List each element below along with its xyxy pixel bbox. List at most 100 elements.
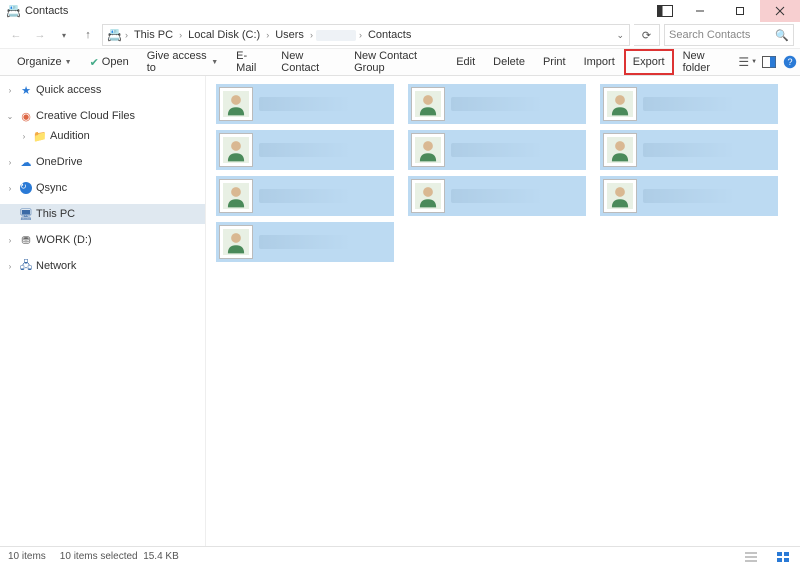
contact-name-redacted: [451, 143, 567, 157]
contacts-grid: [216, 84, 790, 262]
chevron-right-icon: ›: [4, 262, 16, 271]
nav-label: This PC: [36, 208, 75, 220]
nav-qsync[interactable]: › ↻ Qsync: [0, 178, 205, 198]
contact-avatar-icon: [219, 179, 253, 213]
contact-tile[interactable]: [408, 176, 586, 216]
breadcrumb-sep: ›: [309, 30, 314, 40]
help-button[interactable]: ?: [779, 51, 800, 73]
contact-tile[interactable]: [408, 84, 586, 124]
status-bar: 10 items 10 items selected 15.4 KB: [0, 546, 800, 566]
nav-creative-cloud[interactable]: ⌄ ◉ Creative Cloud Files: [0, 106, 205, 126]
star-icon: ★: [18, 82, 34, 98]
edit-button[interactable]: Edit: [447, 49, 484, 75]
new-contact-group-button[interactable]: New Contact Group: [345, 49, 447, 75]
nav-onedrive[interactable]: › ☁ OneDrive: [0, 152, 205, 172]
breadcrumb-sep: ›: [358, 30, 363, 40]
print-button[interactable]: Print: [534, 49, 575, 75]
contact-tile[interactable]: [216, 222, 394, 262]
chevron-right-icon: ›: [18, 132, 30, 141]
breadcrumb-seg-4[interactable]: Contacts: [365, 29, 414, 41]
search-icon: 🔍: [775, 29, 789, 42]
nav-label: Audition: [50, 130, 90, 142]
contact-name-redacted: [451, 97, 567, 111]
contact-tile[interactable]: [600, 84, 778, 124]
contact-name-redacted: [259, 97, 375, 111]
network-icon: 🖧: [18, 258, 34, 274]
nav-quick-access[interactable]: › ★ Quick access: [0, 80, 205, 100]
nav-label: WORK (D:): [36, 234, 92, 246]
minimize-button[interactable]: [680, 0, 720, 22]
view-options-button[interactable]: ☰▼: [737, 51, 758, 73]
chevron-right-icon: ›: [4, 86, 16, 95]
close-button[interactable]: [760, 0, 800, 22]
breadcrumb-seg-2[interactable]: Users: [272, 29, 307, 41]
maximize-button[interactable]: [720, 0, 760, 22]
give-access-button[interactable]: Give access to▼: [138, 49, 227, 75]
app-icon: 📇: [6, 4, 21, 18]
contact-tile[interactable]: [600, 130, 778, 170]
title-bar: 📇 Contacts: [0, 0, 800, 22]
qsync-icon: ↻: [18, 180, 34, 196]
contact-tile[interactable]: [216, 130, 394, 170]
address-bar[interactable]: 📇 › This PC › Local Disk (C:) › Users › …: [102, 24, 630, 46]
breadcrumb-sep: ›: [178, 30, 183, 40]
chevron-down-icon: ⌄: [4, 112, 16, 121]
new-contact-button[interactable]: New Contact: [272, 49, 345, 75]
nav-label: Creative Cloud Files: [36, 110, 135, 122]
forward-button[interactable]: →: [30, 25, 50, 45]
contact-avatar-icon: [411, 87, 445, 121]
contact-avatar-icon: [219, 87, 253, 121]
address-dropdown-icon[interactable]: ⌄: [615, 30, 625, 41]
tiles-view-button[interactable]: [774, 550, 792, 564]
breadcrumb-seg-3[interactable]: [316, 30, 356, 41]
ribbon-toggle-icon[interactable]: [654, 3, 676, 19]
status-selected: 10 items selected 15.4 KB: [60, 551, 179, 562]
nav-label: OneDrive: [36, 156, 82, 168]
address-row: ← → ▾ ↑ 📇 › This PC › Local Disk (C:) › …: [0, 22, 800, 48]
command-toolbar: Organize▼ ✔Open Give access to▼ E-Mail N…: [0, 48, 800, 76]
contact-name-redacted: [259, 143, 375, 157]
nav-work-d[interactable]: › ⛃ WORK (D:): [0, 230, 205, 250]
email-button[interactable]: E-Mail: [227, 49, 272, 75]
contact-name-redacted: [643, 189, 759, 203]
nav-label: Quick access: [36, 84, 101, 96]
details-view-button[interactable]: [742, 550, 760, 564]
search-input[interactable]: Search Contacts 🔍: [664, 24, 794, 46]
contact-name-redacted: [451, 189, 567, 203]
back-button[interactable]: ←: [6, 25, 26, 45]
chevron-right-icon: ›: [4, 236, 16, 245]
breadcrumb-sep: ›: [265, 30, 270, 40]
nav-label: Network: [36, 260, 76, 272]
breadcrumb-seg-0[interactable]: This PC: [131, 29, 176, 41]
up-button[interactable]: ↑: [78, 25, 98, 45]
export-button[interactable]: Export: [624, 49, 674, 75]
creative-cloud-icon: ◉: [18, 108, 34, 124]
new-folder-button[interactable]: New folder: [674, 49, 738, 75]
open-button[interactable]: ✔Open: [81, 49, 138, 75]
nav-this-pc[interactable]: › 🖥 This PC: [0, 204, 205, 224]
drive-icon: ⛃: [18, 232, 34, 248]
breadcrumb-seg-1[interactable]: Local Disk (C:): [185, 29, 263, 41]
delete-button[interactable]: Delete: [484, 49, 534, 75]
refresh-button[interactable]: ⟳: [634, 24, 660, 46]
window-title: Contacts: [25, 5, 68, 17]
contact-tile[interactable]: [408, 130, 586, 170]
contact-tile[interactable]: [216, 84, 394, 124]
organize-button[interactable]: Organize▼: [8, 49, 81, 75]
contact-avatar-icon: [219, 225, 253, 259]
address-folder-icon: 📇: [107, 28, 122, 42]
contact-tile[interactable]: [216, 176, 394, 216]
contact-avatar-icon: [411, 133, 445, 167]
open-icon: ✔: [90, 56, 99, 69]
nav-label: Qsync: [36, 182, 67, 194]
nav-network[interactable]: › 🖧 Network: [0, 256, 205, 276]
preview-pane-button[interactable]: [758, 51, 779, 73]
import-button[interactable]: Import: [575, 49, 624, 75]
nav-audition[interactable]: › 📁 Audition: [0, 126, 205, 146]
chevron-right-icon: ›: [4, 184, 16, 193]
folder-icon: 📁: [32, 128, 48, 144]
breadcrumb-sep: ›: [124, 30, 129, 40]
content-pane[interactable]: [206, 76, 800, 546]
contact-tile[interactable]: [600, 176, 778, 216]
recent-locations-button[interactable]: ▾: [54, 25, 74, 45]
